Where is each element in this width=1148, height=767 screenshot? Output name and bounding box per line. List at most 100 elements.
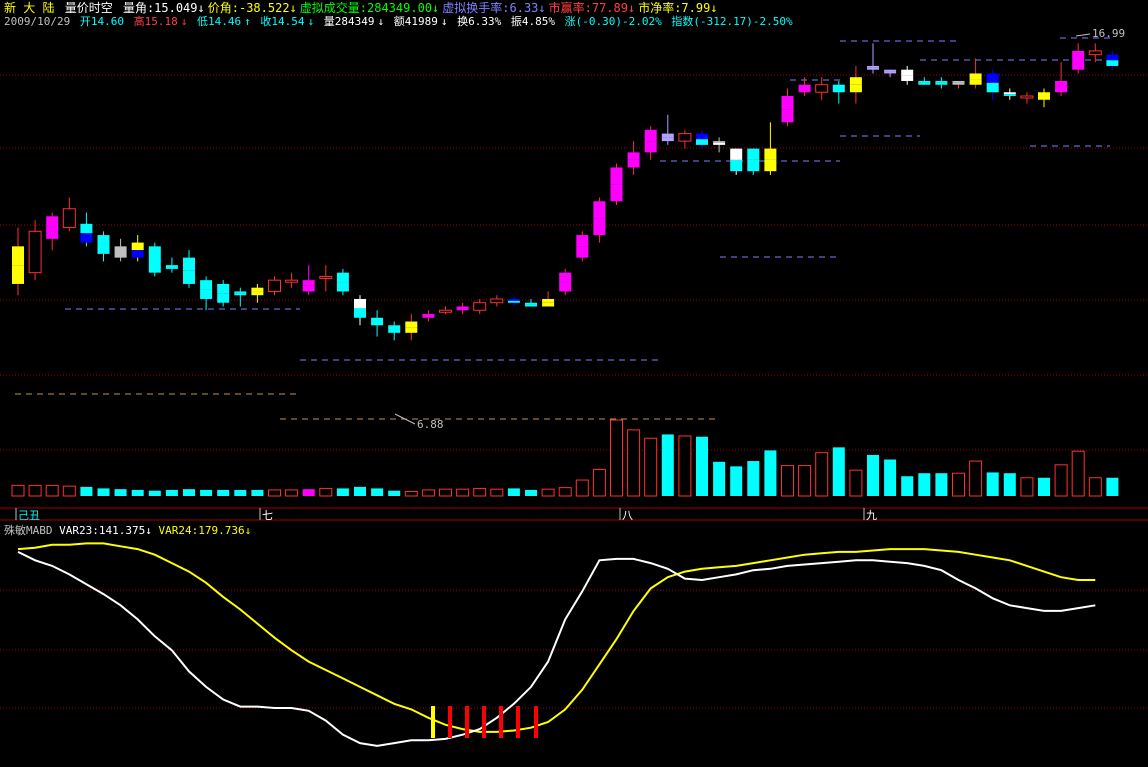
candle-body [781, 109, 794, 123]
candle-body [234, 291, 247, 294]
candle-body [610, 167, 623, 185]
candle-body [1020, 95, 1034, 99]
candle-body [559, 272, 572, 283]
signal-bar [516, 706, 520, 738]
candle-body [525, 304, 537, 307]
candle-body [251, 291, 264, 296]
volume-bar [388, 490, 401, 496]
candle-body [80, 233, 93, 243]
price-chart[interactable]: 6.88 16.99 己丑 七 八 九 [0, 0, 1148, 767]
volume-bar [1003, 473, 1016, 496]
volume-bar [969, 460, 983, 497]
candle-body [849, 84, 862, 93]
candle-body [593, 201, 606, 219]
volume-bar [798, 465, 812, 497]
candle-body [148, 246, 161, 260]
volume-bar [935, 473, 948, 496]
candle-body [593, 218, 606, 236]
volume-bar [336, 488, 349, 496]
candle-body [935, 82, 948, 85]
candle-body [336, 282, 349, 292]
candle-body [405, 327, 418, 333]
volume-bar [1071, 450, 1085, 497]
volume-bar [849, 469, 863, 497]
volume-bar [97, 488, 110, 496]
candle-body [97, 244, 110, 254]
candle-body [935, 80, 948, 83]
volume-bar [558, 487, 572, 497]
volume-bar [354, 486, 366, 496]
candle-body [730, 148, 743, 160]
candle-body [80, 223, 93, 234]
candle-body [901, 75, 914, 81]
candle-body [285, 279, 299, 283]
candle-body [1055, 86, 1068, 93]
candle-body [969, 73, 982, 80]
candle-body [1072, 60, 1085, 70]
candle-body [747, 159, 760, 172]
volume-bar [456, 488, 470, 497]
candle-body [165, 265, 178, 268]
volume-bar [200, 489, 213, 496]
candle-body [507, 298, 520, 301]
indicator-title: 殊敏MABD VAR23:141.375↓ VAR24:179.736↓ [4, 522, 251, 538]
candle-body [183, 270, 195, 284]
candle-body [114, 246, 127, 252]
candle-body [610, 184, 623, 202]
volume-bar [986, 472, 999, 496]
month-label: 七 [262, 509, 273, 522]
candle-body [696, 139, 708, 145]
candle-body [986, 82, 999, 93]
candle-body [1106, 60, 1119, 66]
candle-body [114, 251, 127, 258]
volume-bar [28, 484, 42, 497]
candle-body [644, 129, 657, 142]
candle-body [131, 242, 144, 251]
candle-body [884, 69, 897, 72]
candle-body [456, 308, 469, 311]
volume-bar [541, 488, 555, 497]
high-price-label: 16.99 [1092, 27, 1125, 40]
month-label: 九 [866, 509, 877, 522]
volume-bar [1106, 477, 1119, 496]
signal-bar [499, 706, 503, 738]
volume-bar [421, 489, 435, 497]
candle-body [217, 283, 230, 294]
volume-bar [1020, 477, 1034, 497]
candle-body [1003, 92, 1016, 95]
volume-bar [1088, 477, 1102, 497]
var24-line [17, 542, 1096, 733]
candle-body [165, 267, 178, 269]
candle-body [217, 293, 230, 303]
candle-body [969, 79, 982, 85]
candle-body [764, 148, 777, 160]
candle-body [302, 280, 315, 286]
candle-body [319, 275, 333, 279]
candle-body [849, 77, 862, 85]
volume-bar [285, 489, 299, 497]
candle-body [627, 152, 640, 160]
volume-bar [1038, 477, 1050, 496]
candle-body [354, 308, 366, 318]
candle-body [867, 65, 879, 68]
candle-body [12, 265, 24, 284]
candle-body [473, 302, 487, 311]
signal-bar [465, 706, 469, 738]
candle-body [200, 280, 213, 290]
signal-bar [431, 706, 435, 738]
candle-body [1088, 50, 1102, 56]
candle-body [559, 282, 572, 292]
candle-body [439, 309, 452, 313]
volume-bar [884, 459, 897, 496]
candle-body [884, 71, 897, 74]
volume-bar [217, 489, 230, 496]
candle-body [1038, 96, 1050, 100]
candle-body [1003, 94, 1016, 97]
candle-body [525, 302, 537, 305]
volume-bar [114, 489, 127, 496]
candle-body [148, 259, 161, 273]
candle-body [302, 285, 315, 292]
volume-bar [764, 450, 777, 496]
candle-body [832, 84, 845, 89]
month-label: 己丑 [18, 509, 40, 522]
